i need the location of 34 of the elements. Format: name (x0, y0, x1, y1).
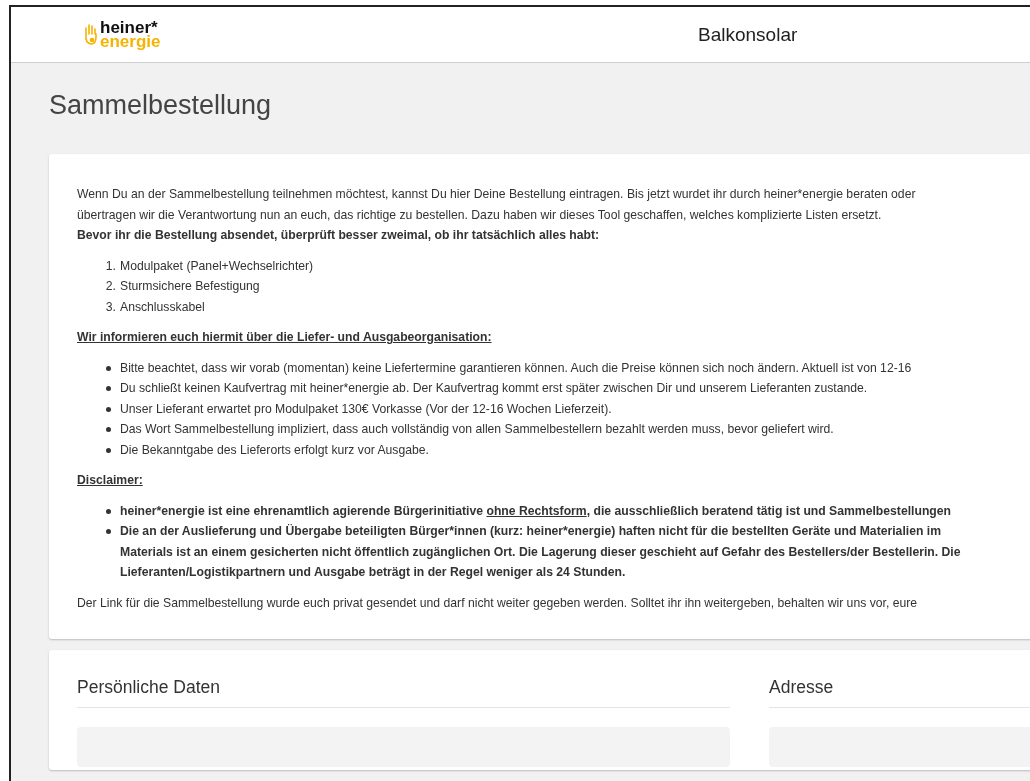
list-item-text: Unser Lieferant erwartet pro Modulpaket 130€ Vorkasse (Vor der 12-16 Wochen Lieferzeit). (120, 400, 612, 418)
list-number: 3. (104, 298, 116, 316)
page-title: Sammelbestellung (49, 89, 273, 121)
bullet-icon (106, 529, 111, 534)
closing-text: Der Link für die Sammelbestellung wurde euch privat gesendet und darf nicht weiter gegeben werden. Solltet ihr ihn weitergeben, behalten wir uns vor, eure (77, 594, 919, 612)
disclaimer-text: heiner*energie ist eine ehrenamtlich agierende Bürgerinitiative ohne Rechtsform, die ausschließlich beratend tätig ist und Sammelbestellungen (120, 502, 952, 520)
list-number: 2. (104, 278, 116, 295)
section-heading: Disclaimer: (77, 472, 144, 489)
bullet-icon (106, 508, 111, 514)
list-item-text: Sturmsichere Befestigung (120, 278, 260, 295)
list-item-text: Die Bekanntgabe des Lieferorts erfolgt kurz vor Ausgabe. (120, 441, 429, 459)
bullet-icon (106, 447, 111, 453)
hand-plug-icon (83, 22, 99, 47)
checklist-heading: Bevor ihr die Bestellung absendet, überprüft besser zweimal, ob ihr tatsächlich alles habt: (77, 227, 601, 244)
list-item-text: Bitte beachtet, dass wir vorab (momentan) keine Liefertermine garantieren können. Auch die Preise können sich noch ändern. Aktuell ist von 12-16 (120, 359, 912, 377)
logo-text: energie (100, 34, 161, 49)
bullet-icon (106, 386, 111, 391)
intro-text: übertragen wir die Verantwortung nun an euch, das richtige zu bestellen. Dazu haben wir dieses Tool geschaffen, welches komplizierte Listen ersetzt. (77, 206, 883, 224)
logo-text: heiner* (100, 20, 158, 35)
list-item-text: Du schließt keinen Kaufvertrag mit heiner*energie ab. Der Kaufvertrag kommt erst später zwischen Dir und unserem Lieferanten zustande. (120, 380, 868, 397)
disclaimer-text: Die an der Auslieferung und Übergabe beteiligten Bürger*innen (kurz: heiner*energie) haften nicht für die bestellten Geräte und Materialien im Materials ist an einem gesicherten nicht öffentlich zugänglichen Ort. Die Lagerung dieser geschieht auf Gefahr des Bestellers/der Bestellerin. Die Lieferanten/Logistikpartnern und Ausgabe beträgt in der Regel weniger als 24 Stunden. (120, 523, 961, 581)
section-title: Adresse (769, 676, 1030, 708)
list-item-text: Das Wort Sammelbestellung impliziert, dass auch vollständig von allen Sammelbestellern bezahlt werden muss, bevor geliefert wird. (120, 421, 834, 438)
list-number: 1. (104, 257, 116, 275)
intro-text: Wenn Du an der Sammelbestellung teilnehmen möchtest, kannst Du hier Deine Bestellung eintragen. Bis jetzt wurdet ihr durch heiner*energie beraten oder (77, 186, 917, 203)
link[interactable]: ohne Rechtsform (486, 503, 587, 518)
bullet-icon (106, 406, 111, 412)
section-title: Persönliche Daten (77, 676, 730, 708)
bullet-icon (106, 427, 111, 432)
list-item-text: Modulpaket (Panel+Wechselrichter) (120, 257, 314, 275)
section-heading: Wir informieren euch hiermit über die Liefer- und Ausgabeorganisation: (77, 329, 493, 346)
header-title: Balkonsolar (698, 23, 798, 46)
bullet-icon (106, 365, 111, 371)
list-item-text: Anschlusskabel (120, 298, 205, 316)
